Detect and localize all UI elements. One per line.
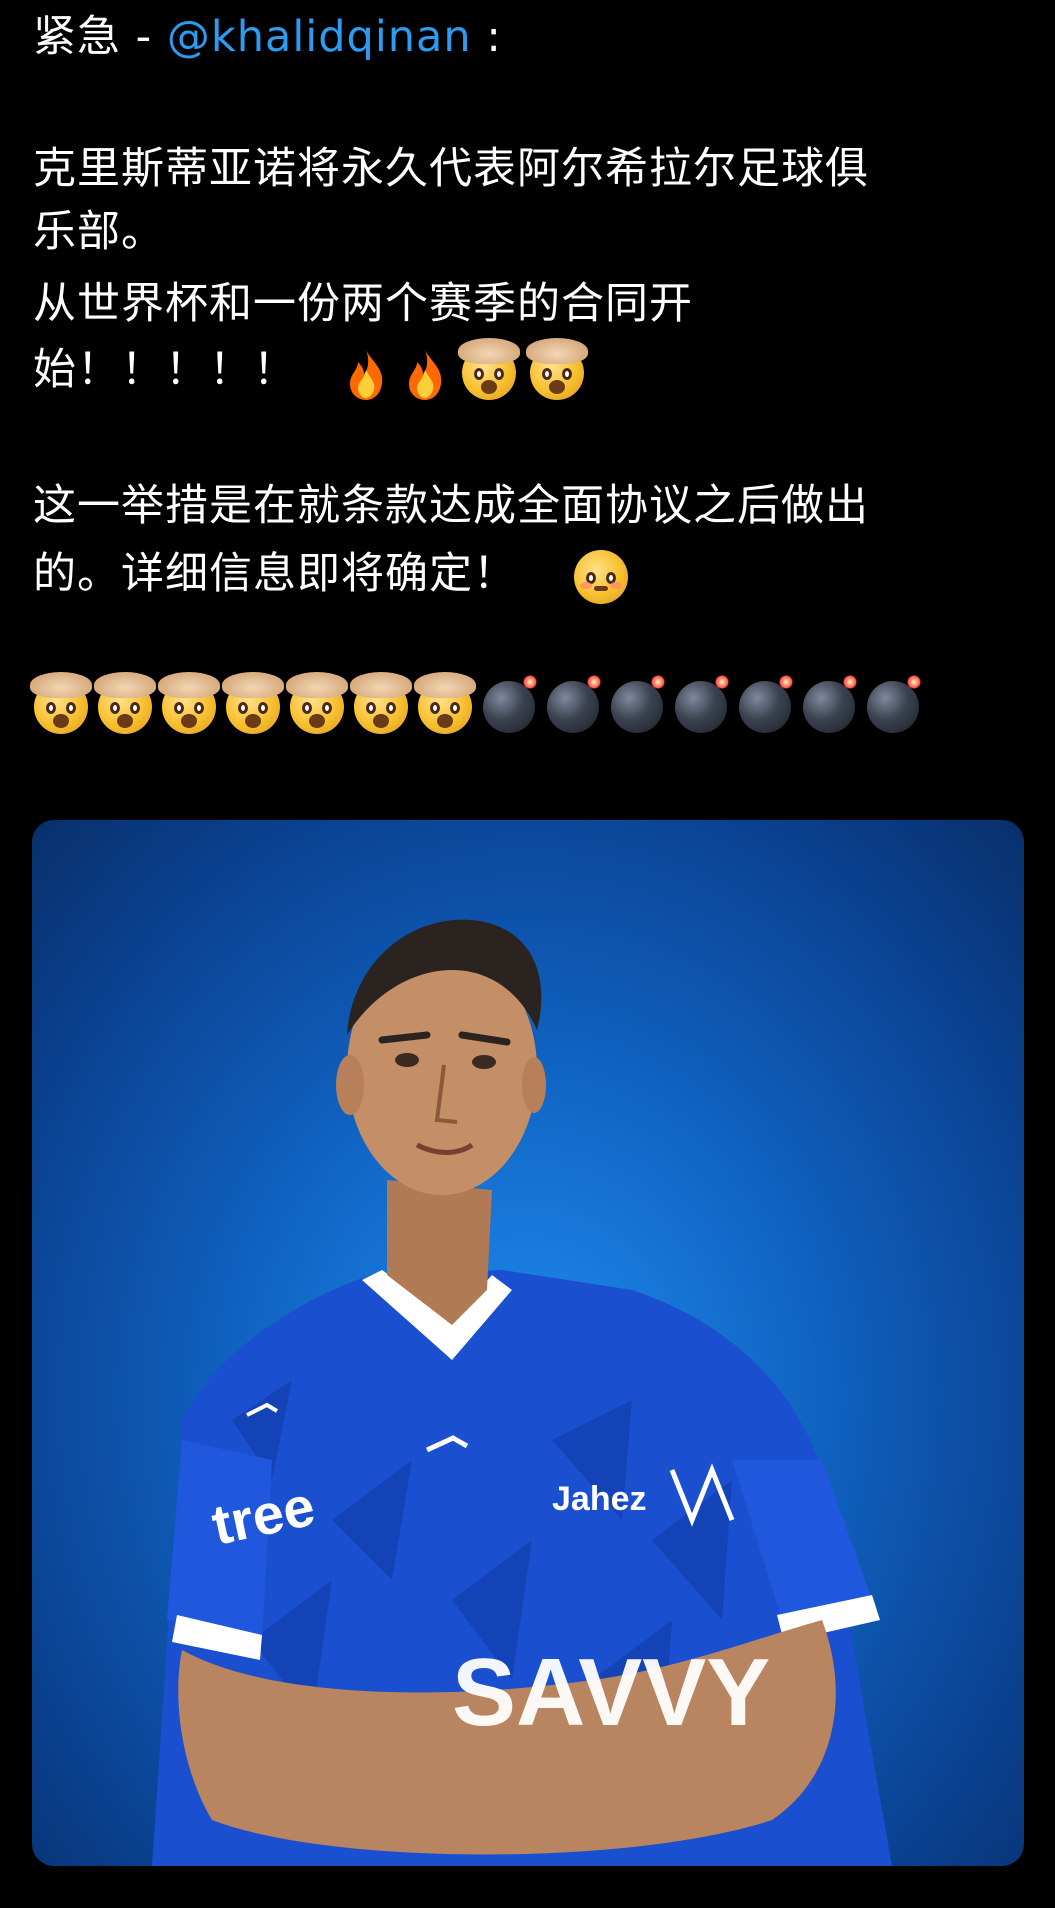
- exploding-head-icon: [158, 672, 220, 734]
- bomb-icon: [675, 675, 729, 733]
- post-text-line-3: 从世界杯和一份两个赛季的合同开: [33, 279, 693, 329]
- bomb-icon: [611, 675, 665, 733]
- post-image[interactable]: tree Jahez SAVVY: [32, 820, 1024, 1866]
- header-prefix: 紧急 -: [33, 12, 167, 62]
- tweet-post: 紧急 - @khalidqinan : 克里斯蒂亚诺将永久代表阿尔希拉尔足球俱 …: [0, 0, 1055, 1908]
- emoji-row: [30, 672, 929, 739]
- bomb-icon: [803, 675, 857, 733]
- post-text-line-1: 克里斯蒂亚诺将永久代表阿尔希拉尔足球俱: [33, 144, 869, 194]
- post-text-line-5: 这一举措是在就条款达成全面协议之后做出: [33, 481, 869, 531]
- exploding-head-icon: [457, 337, 520, 400]
- post-text-line-6: 的。详细信息即将确定！: [33, 549, 517, 599]
- player-illustration: tree Jahez SAVVY: [152, 919, 892, 1866]
- post-text-line-2: 乐部。: [33, 207, 165, 257]
- exploding-head-icon: [350, 672, 412, 734]
- bomb-icon: [739, 675, 793, 733]
- bomb-icon: [547, 675, 601, 733]
- post-text-line-4: 始！！！！！: [33, 345, 297, 395]
- post-header: 紧急 - @khalidqinan :: [33, 8, 502, 66]
- mention-link[interactable]: @khalidqinan: [167, 12, 472, 62]
- header-suffix: :: [471, 12, 502, 62]
- exploding-head-icon: [414, 672, 476, 734]
- fire-icon: [344, 343, 388, 402]
- exploding-head-icon: [286, 672, 348, 734]
- jersey-text-chest: Jahez: [552, 1480, 647, 1518]
- fire-icon: [403, 343, 447, 402]
- post-text-line-4-wrap: 始！！！！！: [33, 337, 589, 402]
- bomb-icon: [867, 675, 921, 733]
- flushed-face-icon: [574, 549, 629, 604]
- exploding-head-icon: [526, 337, 589, 400]
- jersey-text-bottom: SAVVY: [452, 1639, 770, 1746]
- exploding-head-icon: [94, 672, 156, 734]
- post-text-line-6-wrap: 的。详细信息即将确定！: [33, 545, 629, 604]
- exploding-head-icon: [222, 672, 284, 734]
- exploding-head-icon: [30, 672, 92, 734]
- bomb-icon: [483, 675, 537, 733]
